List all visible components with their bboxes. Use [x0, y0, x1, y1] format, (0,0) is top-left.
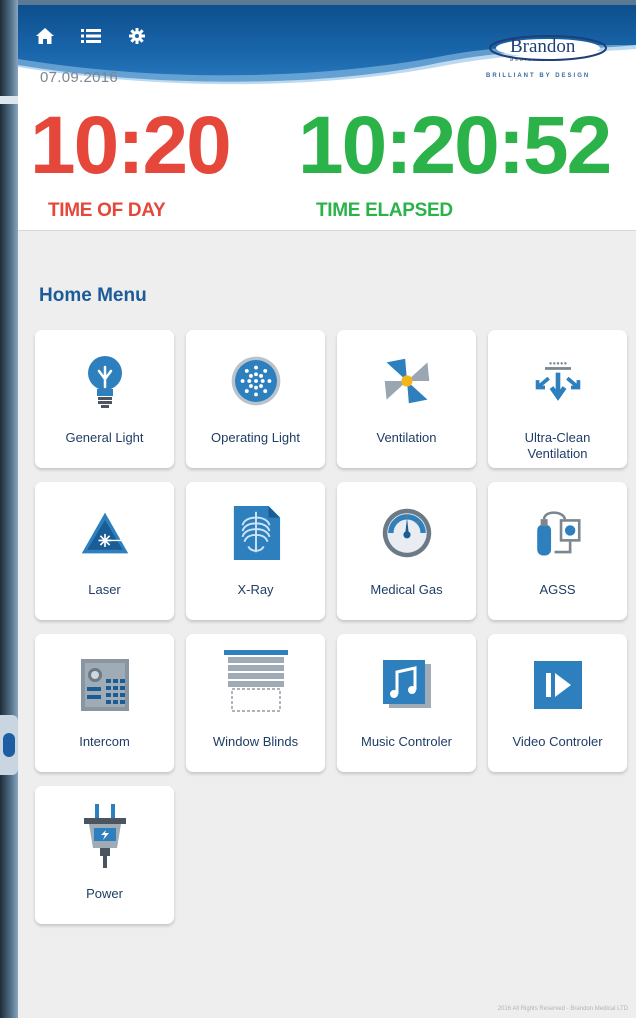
tile-label: Window Blinds — [212, 734, 299, 749]
tile-operating-light[interactable]: Operating Light — [186, 330, 325, 468]
time-of-day-label: TIME OF DAY — [48, 200, 166, 221]
music-icon — [381, 654, 433, 716]
tile-label: Medical Gas — [370, 582, 443, 597]
intercom-icon — [79, 654, 131, 716]
tile-label: Video Controler — [512, 734, 603, 749]
gear-icon[interactable] — [126, 25, 148, 47]
bulb-icon — [79, 350, 131, 412]
time-of-day: 10:20 — [30, 100, 232, 191]
tile-laser[interactable]: Laser — [35, 482, 174, 620]
tile-general-light[interactable]: General Light — [35, 330, 174, 468]
logo-tagline: BRILLIANT BY DESIGN — [486, 73, 591, 79]
agss-icon — [532, 502, 584, 564]
nav-toolbar — [34, 25, 148, 47]
time-elapsed: 10:20:52 — [298, 100, 612, 191]
date-display: 07.09.2016 — [40, 69, 119, 86]
menu-title: Home Menu — [39, 285, 147, 306]
tile-ventilation[interactable]: Ventilation — [337, 330, 476, 468]
footer-copyright: 2016 All Rights Reserved - Brandon Medic… — [497, 1006, 628, 1012]
tile-medical-gas[interactable]: Medical Gas — [337, 482, 476, 620]
tile-label: X-Ray — [237, 582, 274, 597]
header-bar: 07.09.2016 Brandon MEDICAL BRILLIANT BY … — [18, 5, 636, 105]
tile-intercom[interactable]: Intercom — [35, 634, 174, 772]
ultra-clean-vent-icon — [532, 350, 584, 412]
tile-music-controler[interactable]: Music Controler — [337, 634, 476, 772]
tile-label: Intercom — [79, 734, 130, 749]
tile-power[interactable]: Power — [35, 786, 174, 924]
blinds-icon — [220, 650, 292, 712]
tile-label-line: Ventilation — [527, 446, 588, 461]
tile-label: Music Controler — [360, 734, 453, 749]
plug-icon — [79, 804, 131, 868]
app-screen: 07.09.2016 Brandon MEDICAL BRILLIANT BY … — [18, 5, 636, 1018]
clock-panel: 10:20 TIME OF DAY 10:20:52 TIME ELAPSED — [18, 95, 636, 231]
tile-label: Laser — [88, 582, 121, 597]
tile-label: Ventilation — [376, 430, 437, 445]
time-elapsed-label: TIME ELAPSED — [316, 200, 453, 221]
logo-sub: MEDICAL — [510, 57, 542, 62]
tile-label: Ultra-Clean Ventilation — [492, 430, 623, 462]
tile-label-line: Ultra-Clean — [524, 430, 591, 445]
bezel-clip — [0, 715, 18, 775]
tile-label: AGSS — [539, 582, 576, 597]
tile-video-controler[interactable]: Video Controler — [488, 634, 627, 772]
xray-icon — [230, 502, 282, 564]
home-icon[interactable] — [34, 25, 56, 47]
menu-grid: General Light Operating Light Ventilatio… — [35, 330, 627, 924]
list-icon[interactable] — [80, 25, 102, 47]
laser-icon — [79, 502, 131, 564]
tile-x-ray[interactable]: X-Ray — [186, 482, 325, 620]
tile-label: Power — [86, 886, 123, 901]
fan-icon — [381, 350, 433, 412]
operating-light-icon — [230, 350, 282, 412]
bezel-sticker — [0, 96, 18, 104]
gauge-icon — [381, 502, 433, 564]
video-icon — [532, 654, 584, 716]
brandon-logo: Brandon MEDICAL BRILLIANT BY DESIGN — [482, 33, 612, 93]
tile-agss[interactable]: AGSS — [488, 482, 627, 620]
device-bezel — [0, 0, 18, 1018]
tile-ultra-clean-ventilation[interactable]: Ultra-Clean Ventilation — [488, 330, 627, 468]
tile-label: Operating Light — [211, 430, 300, 445]
logo-name: Brandon — [510, 36, 576, 57]
tile-label: General Light — [65, 430, 144, 445]
tile-window-blinds[interactable]: Window Blinds — [186, 634, 325, 772]
